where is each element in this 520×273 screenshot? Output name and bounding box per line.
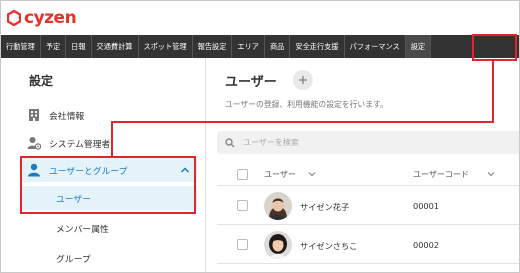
row-checkbox[interactable]: [237, 200, 248, 211]
nav-item-travel-expense[interactable]: 交通費計算: [92, 35, 139, 58]
column-header-user[interactable]: ユーザー: [264, 169, 296, 180]
brand-bar: cyzen: [1, 1, 519, 35]
cyzen-logo[interactable]: cyzen: [7, 8, 77, 28]
settings-sidebar: 設定 会社情報 システム管理者 ユーザーとグループ ユーザー メンバー属性 グル…: [1, 58, 206, 272]
nav-item-spot-management[interactable]: スポット管理: [139, 35, 193, 58]
nav-item-products[interactable]: 商品: [265, 35, 291, 58]
chevron-down-icon[interactable]: [487, 171, 495, 177]
sidebar-title: 設定: [29, 74, 54, 88]
nav-item-report-settings[interactable]: 報告設定: [193, 35, 233, 58]
main-content: ユーザー ユーザーの登録、利用機能の設定を行います。 ユーザー ユーザーコード: [207, 58, 519, 272]
avatar: [264, 231, 292, 259]
sidebar-item-company-info[interactable]: 会社情報: [27, 106, 84, 124]
user-code: 00001: [413, 201, 440, 211]
table-row[interactable]: サイゼンさちこ 00002: [217, 226, 519, 264]
row-checkbox[interactable]: [237, 239, 248, 250]
add-user-button[interactable]: [293, 70, 313, 90]
sidebar-item-users-and-groups[interactable]: ユーザーとグループ: [22, 158, 197, 182]
user-name[interactable]: サイゼン花子: [300, 201, 349, 213]
table-header: ユーザー ユーザーコード: [217, 162, 519, 186]
sidebar-subitem-groups[interactable]: グループ: [22, 246, 197, 270]
nav-item-settings[interactable]: 設定: [405, 35, 432, 58]
plus-icon: [299, 76, 307, 84]
page-description: ユーザーの登録、利用機能の設定を行います。: [225, 100, 388, 109]
building-icon: [29, 109, 39, 121]
nav-item-area[interactable]: エリア: [232, 35, 265, 58]
nav-item-safe-driving[interactable]: 安全走行支援: [290, 35, 345, 58]
logo-wordmark: cyzen: [24, 8, 77, 28]
sidebar-subitem-users[interactable]: ユーザー: [22, 186, 197, 210]
page-title: ユーザー: [225, 75, 277, 90]
sidebar-subitem-member-attributes[interactable]: メンバー属性: [22, 216, 197, 240]
nav-item-schedule[interactable]: 予定: [41, 35, 67, 58]
user-name[interactable]: サイゼンさちこ: [300, 240, 357, 252]
sidebar-item-label: システム管理者: [49, 139, 111, 150]
sidebar-item-label: 会社情報: [49, 111, 85, 122]
search-bar: [217, 131, 519, 154]
nav-item-performance[interactable]: パフォーマンス: [345, 35, 406, 58]
nav-item-daily-report[interactable]: 日報: [66, 35, 92, 58]
app-window: cyzen 行動管理 予定 日報 交通費計算 スポット管理 報告設定 エリア 商…: [0, 0, 520, 273]
sidebar-item-system-admin[interactable]: システム管理者: [27, 134, 110, 152]
chevron-down-icon[interactable]: [308, 171, 316, 177]
column-header-user-code[interactable]: ユーザーコード: [413, 169, 469, 180]
search-input[interactable]: [243, 138, 493, 147]
select-all-checkbox[interactable]: [237, 169, 248, 180]
search-icon: [225, 137, 235, 147]
user-icon: [28, 163, 40, 177]
avatar: [264, 192, 292, 220]
sidebar-item-label: ユーザーとグループ: [49, 166, 128, 177]
table-row[interactable]: サイゼン花子 00001: [217, 187, 519, 225]
main-navbar: 行動管理 予定 日報 交通費計算 スポット管理 報告設定 エリア 商品 安全走行…: [1, 35, 519, 58]
user-code: 00002: [413, 240, 440, 250]
nav-item-activity[interactable]: 行動管理: [1, 35, 41, 58]
chevron-up-icon[interactable]: [180, 165, 190, 175]
admin-user-icon: [27, 137, 41, 150]
logo-hex-icon: [7, 10, 21, 26]
